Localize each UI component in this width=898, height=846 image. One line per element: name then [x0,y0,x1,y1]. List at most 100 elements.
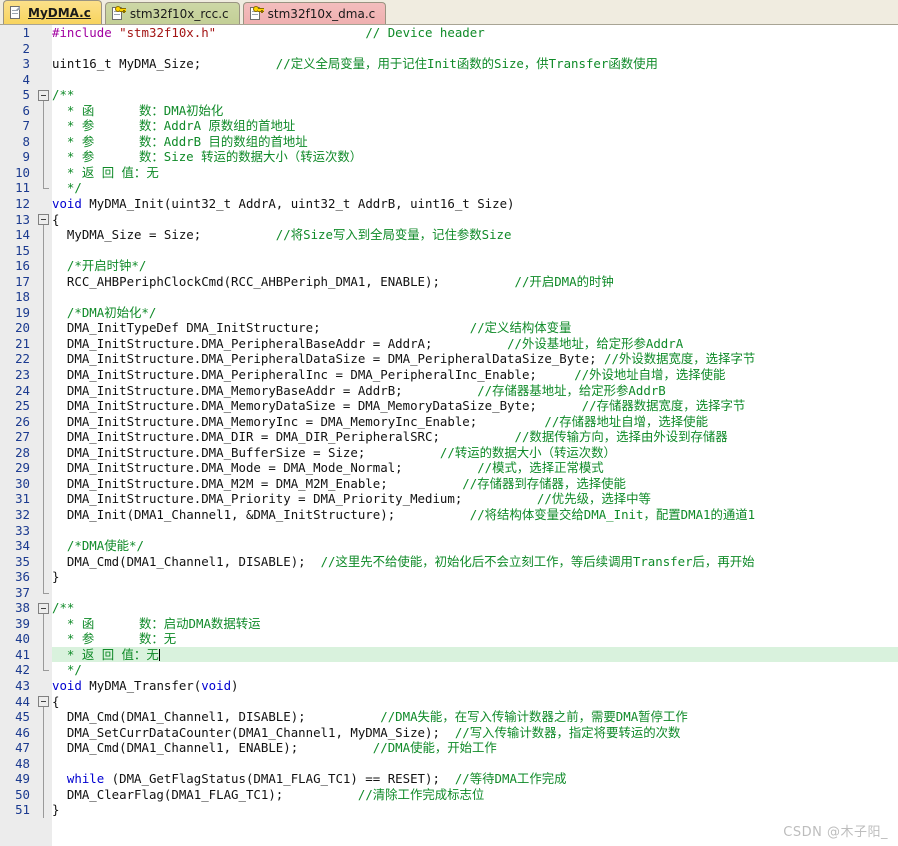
fold-guide-line [43,755,44,772]
fold-guide-line [43,646,44,663]
fold-guide-line [43,709,44,725]
code-line[interactable]: 7 * 参 数：AddrA 原数组的首地址 [0,118,898,134]
fold-guide-line [43,491,44,507]
code-line[interactable]: 17 RCC_AHBPeriphClockCmd(RCC_AHBPeriph_D… [0,273,898,290]
code-text: DMA_InitStructure.DMA_BufferSize = Size;… [52,444,616,460]
code-line[interactable]: 13 { [0,212,898,228]
line-number: 38 [15,600,30,616]
code-line[interactable]: 36} [0,569,898,585]
code-line[interactable]: 16 /*开启时钟*/ [0,258,898,274]
code-line[interactable]: 10 * 返 回 值：无 [0,164,898,181]
line-number: 30 [15,475,30,491]
document-icon [9,5,22,20]
line-number: 4 [22,71,30,87]
code-line[interactable]: 35 DMA_Cmd(DMA1_Channel1, DISABLE); //这里… [0,553,898,570]
code-line[interactable]: 28 DMA_InitStructure.DMA_BufferSize = Si… [0,444,898,461]
code-line[interactable]: 23 DMA_InitStructure.DMA_PeripheralInc =… [0,367,898,383]
code-line[interactable]: 46 DMA_SetCurrDataCounter(DMA1_Channel1,… [0,724,898,741]
code-line[interactable]: 3 uint16_t MyDMA_Size; //定义全局变量，用于记住Init函… [0,56,898,72]
fold-guide-line [43,335,44,352]
line-number: 42 [15,662,30,678]
tab-stm32f10x_dma-c[interactable]: stm32f10x_dma.c [242,2,387,24]
code-line[interactable]: 26 DMA_InitStructure.DMA_MemoryInc = DMA… [0,413,898,430]
code-line[interactable]: 11 */ [0,180,898,196]
code-line[interactable]: 38 /** [0,600,898,616]
code-line[interactable]: 41 * 返 回 值：无 [0,646,898,663]
code-text: while (DMA_GetFlagStatus(DMA1_FLAG_TC1) … [52,771,567,787]
code-text: DMA_InitStructure.DMA_MemoryDataSize = D… [52,398,746,414]
code-line[interactable]: 8 * 参 数：AddrB 目的数组的首地址 [0,133,898,150]
line-number: 44 [15,693,30,709]
code-text: * 返 回 值：无 [52,646,160,663]
line-number: 3 [22,56,30,72]
fold-guide-line [43,398,44,414]
code-line[interactable]: 22 DMA_InitStructure.DMA_PeripheralDataS… [0,351,898,368]
code-line[interactable]: 31 DMA_InitStructure.DMA_Priority = DMA_… [0,491,898,507]
fold-guide-line [43,413,44,430]
code-line[interactable]: 34 /*DMA使能*/ [0,538,898,554]
code-line[interactable]: 43 void MyDMA_Transfer(void) [0,678,898,694]
code-line[interactable]: 40 * 参 数：无 [0,631,898,647]
fold-guide-line [43,444,44,461]
code-line[interactable]: 20 DMA_InitTypeDef DMA_InitStructure; //… [0,320,898,336]
code-line[interactable]: 44 { [0,694,898,710]
tab-stm32f10x_rcc-c[interactable]: stm32f10x_rcc.c [104,2,240,24]
line-number: 9 [22,149,30,165]
code-line[interactable]: 18 [0,289,898,305]
code-line[interactable]: 4 [0,72,898,88]
code-line[interactable]: 9 * 参 数：Size 转运的数据大小（转运次数） [0,149,898,165]
code-line[interactable]: 51} [0,802,898,818]
fold-guide-line [43,802,44,818]
code-line[interactable]: 39 * 函 数：启动DMA数据转运 [0,615,898,632]
code-line[interactable]: 47 DMA_Cmd(DMA1_Channel1, ENABLE); //DMA… [0,740,898,756]
code-line[interactable]: 49 while (DMA_GetFlagStatus(DMA1_FLAG_TC… [0,771,898,787]
tab-MyDMA-c[interactable]: MyDMA.c [3,0,102,24]
code-text: DMA_InitStructure.DMA_MemoryInc = DMA_Me… [52,413,708,429]
text-cursor [158,648,160,661]
line-number: 29 [15,460,30,476]
code-line[interactable]: 42 */ [0,662,898,678]
code-line[interactable]: 2 [0,41,898,57]
code-line[interactable]: 29 DMA_InitStructure.DMA_Mode = DMA_Mode… [0,460,898,476]
line-number: 45 [15,709,30,725]
code-line[interactable]: 27 DMA_InitStructure.DMA_DIR = DMA_DIR_P… [0,429,898,445]
code-line[interactable]: 12 void MyDMA_Init(uint32_t AddrA, uint32… [0,196,898,212]
code-line[interactable]: 30 DMA_InitStructure.DMA_M2M = DMA_M2M_E… [0,475,898,492]
code-text: DMA_InitStructure.DMA_Priority = DMA_Pri… [52,491,651,507]
code-text: */ [52,180,82,196]
code-text: * 函 数：DMA初始化 [52,102,224,118]
code-text: void MyDMA_Init(uint32_t AddrA, uint32_t… [52,196,515,212]
code-line[interactable]: 25 DMA_InitStructure.DMA_MemoryDataSize … [0,398,898,414]
fold-collapse-icon[interactable] [38,696,49,708]
code-line[interactable]: 1 #include "stm32f10x.h" // Device header [0,25,898,41]
code-line[interactable]: 15 [0,242,898,259]
code-line[interactable]: 14 MyDMA_Size = Size; //将Size写入到全局变量，记住参… [0,227,898,243]
code-line[interactable]: 6 * 函 数：DMA初始化 [0,102,898,119]
code-line[interactable]: 21 DMA_InitStructure.DMA_PeripheralBaseA… [0,335,898,352]
code-line[interactable]: 33 [0,522,898,539]
code-line[interactable]: 24 DMA_InitStructure.DMA_MemoryBaseAddr … [0,382,898,399]
code-editor[interactable]: 1 #include "stm32f10x.h" // Device header… [0,25,898,846]
code-line[interactable]: 19 /*DMA初始化*/ [0,304,898,321]
line-number: 20 [15,320,30,336]
code-text: /*DMA使能*/ [52,538,144,554]
code-line[interactable]: 5 /** [0,87,898,103]
code-line[interactable]: 32 DMA_Init(DMA1_Channel1, &DMA_InitStru… [0,506,898,523]
code-line[interactable]: 45 DMA_Cmd(DMA1_Channel1, DISABLE); //DM… [0,709,898,725]
code-text: void MyDMA_Transfer(void) [52,677,239,693]
code-text: DMA_InitStructure.DMA_PeripheralDataSize… [52,351,756,367]
editor-window: MyDMA.c stm32f10x_rcc.c stm32f10x_dma.c 1 #… [0,0,898,846]
fold-collapse-icon[interactable] [38,89,49,101]
code-line[interactable]: 37 [0,584,898,601]
code-line[interactable]: 50 DMA_ClearFlag(DMA1_FLAG_TC1); //清除工作完… [0,786,898,803]
fold-guide-line [43,242,44,259]
fold-collapse-icon[interactable] [38,214,49,226]
code-text: DMA_Cmd(DMA1_Channel1, ENABLE); //DMA使能，… [52,740,497,756]
fold-collapse-icon[interactable] [38,602,49,614]
code-pane[interactable]: 1 #include "stm32f10x.h" // Device header… [0,25,898,846]
fold-guide-line [43,180,49,190]
code-text: } [52,569,60,585]
line-number: 2 [22,40,30,56]
line-number: 12 [15,196,30,212]
code-line[interactable]: 48 [0,755,898,772]
